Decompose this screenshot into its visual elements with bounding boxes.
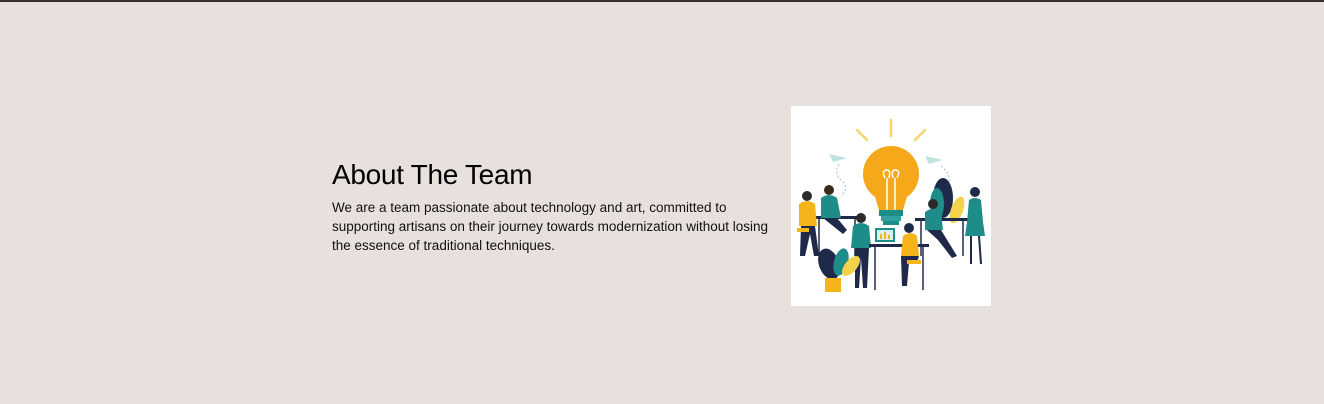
team-lightbulb-icon (797, 118, 985, 292)
about-section: About The Team We are a team passionate … (0, 0, 1324, 404)
about-text-block: About The Team We are a team passionate … (332, 158, 772, 255)
about-title: About The Team (332, 159, 533, 190)
team-illustration (791, 106, 991, 306)
about-description: We are a team passionate about technolog… (332, 200, 768, 253)
